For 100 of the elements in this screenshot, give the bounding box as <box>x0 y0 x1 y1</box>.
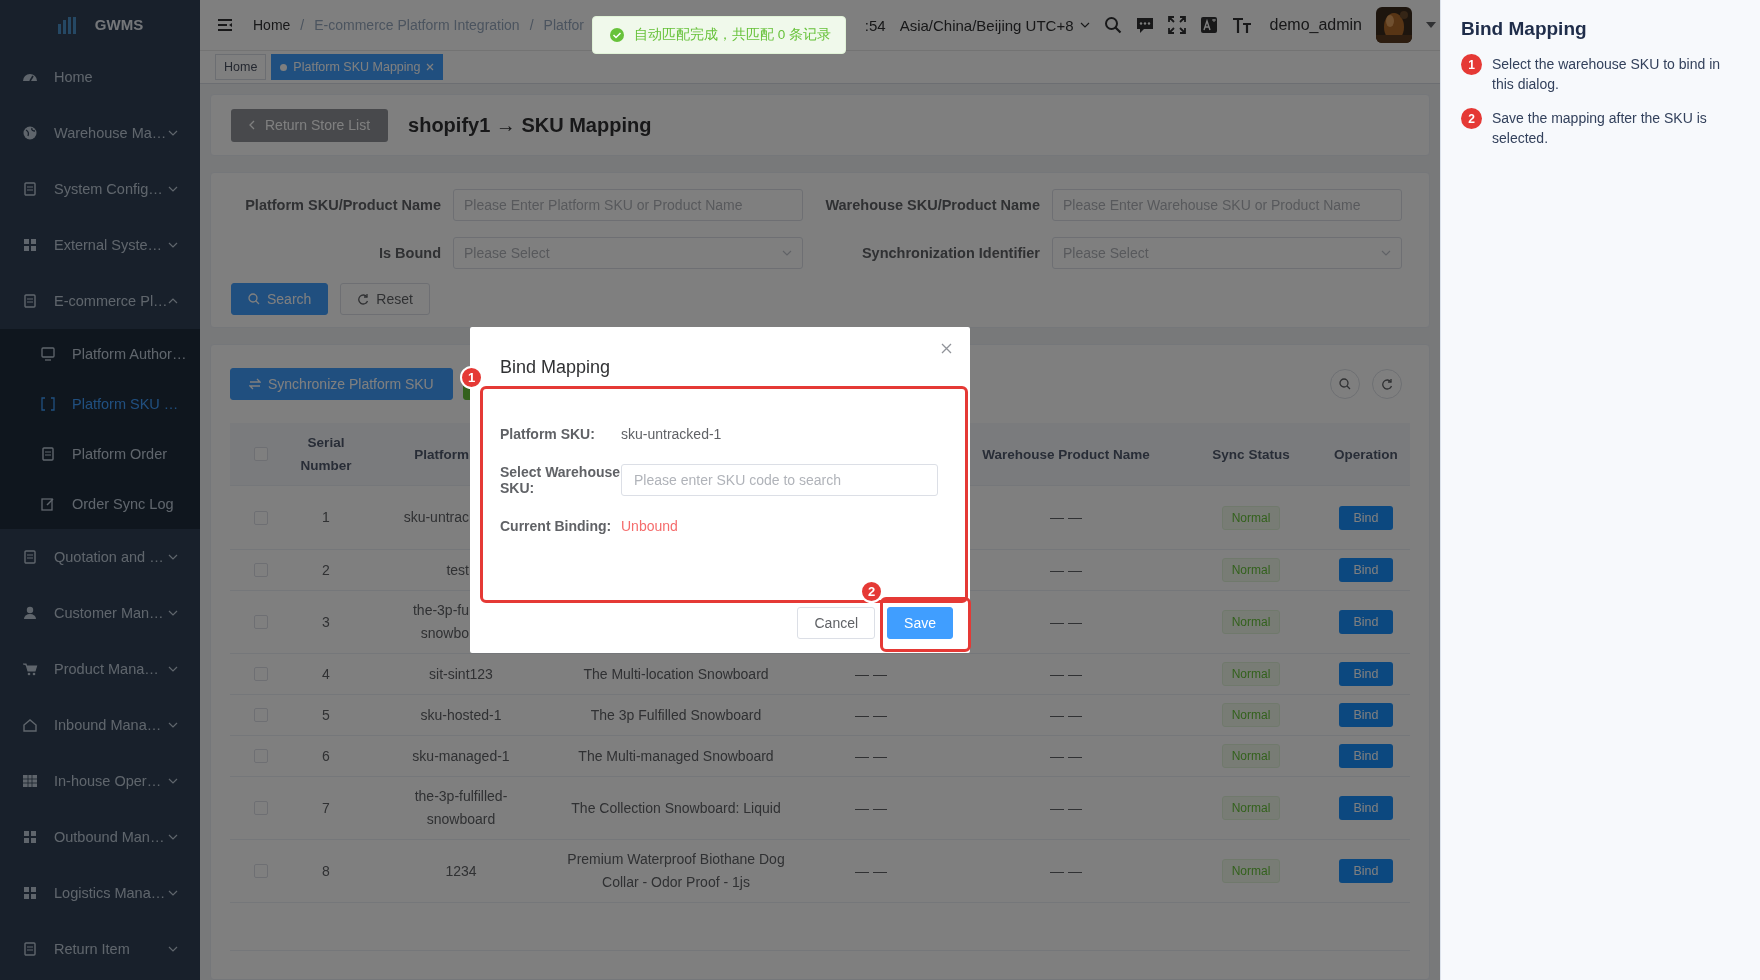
table-cell-text: 2 <box>322 560 330 580</box>
breadcrumb-separator: / <box>529 17 534 33</box>
save-button[interactable]: Save <box>887 607 953 639</box>
submenu-item[interactable]: Order Sync Log <box>0 479 200 529</box>
bind-button[interactable]: Bind <box>1339 610 1393 634</box>
sku-search-field[interactable]: Please enter SKU code to search <box>621 464 938 496</box>
sync-button[interactable]: Synchronize Platform SKU <box>230 368 453 400</box>
search-icon[interactable] <box>1103 16 1122 34</box>
menu-item[interactable]: System Config… <box>0 161 200 217</box>
translate-icon[interactable] <box>1199 16 1218 34</box>
menu-item[interactable]: Home <box>0 49 200 105</box>
document-icon <box>22 293 38 309</box>
submenu-item[interactable]: Platform SKU … <box>0 379 200 429</box>
field-label: Platform SKU/Product Name <box>244 197 441 213</box>
column-header: Operation <box>1334 445 1398 464</box>
menu-item[interactable]: E-commerce Pl… <box>0 273 200 329</box>
edit-icon <box>40 496 56 512</box>
bind-button[interactable]: Bind <box>1339 859 1393 883</box>
bind-button[interactable]: Bind <box>1339 796 1393 820</box>
bars-logo-icon <box>56 15 79 34</box>
document-icon <box>22 181 38 197</box>
document-icon <box>22 549 38 565</box>
timezone-select[interactable]: Asia/China/Beijing UTC+8 <box>899 16 1090 34</box>
grid-icon <box>22 237 38 253</box>
cart-icon <box>22 661 38 677</box>
user-name[interactable]: demo_admin <box>1269 16 1362 34</box>
table-cell-text: 6 <box>322 746 330 766</box>
user-icon <box>22 605 38 621</box>
chevron-left-icon <box>249 120 255 130</box>
table-cell-text: sku-hosted-1 <box>420 705 502 725</box>
cancel-button[interactable]: Cancel <box>797 607 876 639</box>
table-cell-text: — — <box>1050 705 1082 725</box>
menu-item[interactable]: Warehouse Ma… <box>0 105 200 161</box>
chevron-down-icon <box>168 722 178 728</box>
status-tag: Normal <box>1221 610 1281 634</box>
close-icon[interactable] <box>941 343 952 354</box>
step-badge: 2 <box>1461 108 1482 129</box>
menu-item[interactable]: Outbound Man… <box>0 809 200 865</box>
status-tag: Normal <box>1221 796 1281 820</box>
bind-button[interactable]: Bind <box>1339 558 1393 582</box>
table-cell-text: The Multi-managed Snowboard <box>578 746 774 766</box>
chevron-down-icon <box>168 130 178 136</box>
column-header: Sync Status <box>1212 445 1290 464</box>
status-tag: Normal <box>1221 859 1281 883</box>
table-cell-text: — — <box>1050 798 1082 818</box>
column-header: Warehouse Product Name <box>982 445 1150 464</box>
table-cell-text: the-3p-fu snowbo <box>412 601 469 643</box>
status-tag: Normal <box>1221 662 1281 686</box>
document-icon <box>40 446 56 462</box>
chat-icon[interactable] <box>1135 16 1154 34</box>
fullscreen-icon[interactable] <box>1167 16 1186 34</box>
caret-down-icon[interactable] <box>1426 22 1436 28</box>
breadcrumb-link[interactable]: Home <box>253 17 291 33</box>
menu-item[interactable]: Product Mana… <box>0 641 200 697</box>
chevron-down-icon <box>168 242 178 248</box>
grid-icon <box>22 829 38 845</box>
search-button[interactable]: Search <box>231 283 329 315</box>
bind-button[interactable]: Bind <box>1339 505 1393 530</box>
field-label: Warehouse SKU/Product Name <box>824 197 1040 213</box>
chevron-down-icon <box>1381 250 1391 256</box>
bind-button[interactable]: Bind <box>1339 662 1393 686</box>
chevron-down-icon <box>168 610 178 616</box>
submenu-item[interactable]: Platform Author… <box>0 329 200 379</box>
menu-item[interactable]: Inbound Mana… <box>0 697 200 753</box>
field-label: Is Bound <box>377 245 441 261</box>
table-cell-text: — — <box>855 746 887 766</box>
table-cell-text: 1 <box>322 508 330 527</box>
search-icon <box>1339 378 1351 390</box>
page-tab[interactable]: Home <box>215 54 267 80</box>
menu-item[interactable]: Logistics Mana… <box>0 865 200 921</box>
reset-button[interactable]: Reset <box>340 283 430 315</box>
menu-item[interactable]: In-house Oper… <box>0 753 200 809</box>
refresh-button[interactable] <box>1372 369 1402 399</box>
swap-icon <box>249 378 261 390</box>
table-icon <box>22 773 38 789</box>
search-button[interactable] <box>1330 369 1360 399</box>
table-cell-text: 1234 <box>445 861 477 881</box>
menu-item[interactable]: Quotation and … <box>0 529 200 585</box>
document-icon <box>22 941 38 957</box>
bind-button[interactable]: Bind <box>1339 744 1393 768</box>
check-circle-icon <box>610 28 624 42</box>
status-tag: Normal <box>1221 744 1281 768</box>
status-tag: Normal <box>1221 703 1281 727</box>
text-size-icon[interactable] <box>1231 16 1252 34</box>
bind-button[interactable]: Bind <box>1339 703 1393 727</box>
menu-item[interactable]: External Syste… <box>0 217 200 273</box>
menu-item[interactable]: Customer Man… <box>0 585 200 641</box>
chevron-down-icon <box>782 250 792 256</box>
menu-item[interactable]: Return Item <box>0 921 200 977</box>
status-toast: 自动匹配完成，共匹配 0 条记录 <box>592 16 846 54</box>
menu-icon[interactable] <box>217 18 233 32</box>
submenu-item[interactable]: Platform Order <box>0 429 200 479</box>
breadcrumb-separator: / <box>300 17 305 33</box>
monitor-icon <box>40 346 56 362</box>
step-text: Select the warehouse SKU to bind in this dialog. <box>1492 55 1722 94</box>
page-tab[interactable]: Platform SKU Mapping <box>271 54 444 80</box>
step-badge: 1 <box>1461 54 1482 75</box>
binding-status: Unbound <box>621 518 679 534</box>
table-cell-text: sku-untrac <box>403 508 469 527</box>
field-label: Current Binding: <box>500 518 613 534</box>
